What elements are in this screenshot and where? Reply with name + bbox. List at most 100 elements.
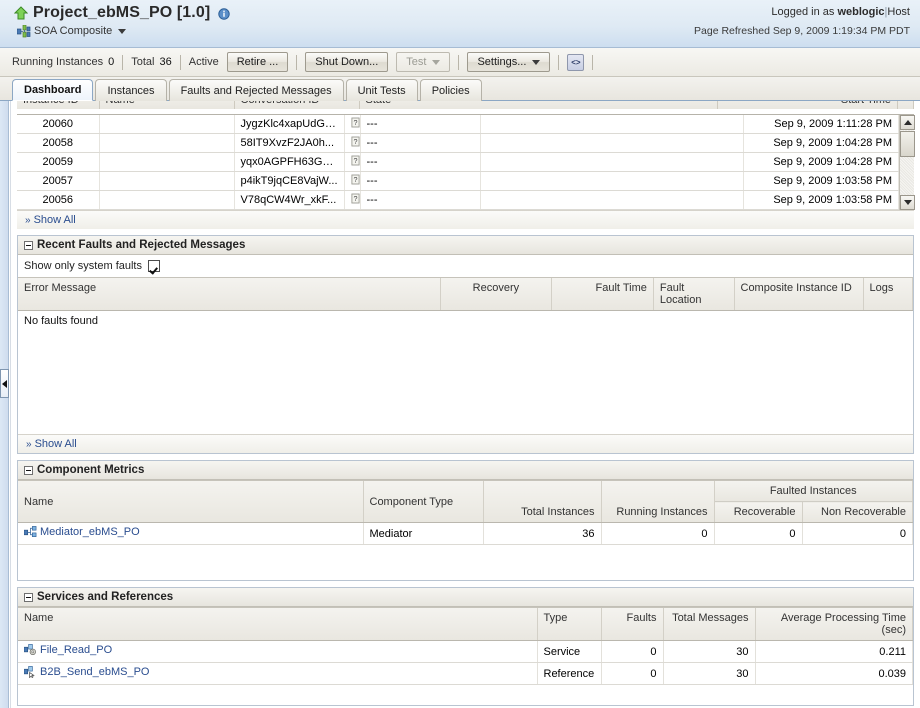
col-name[interactable]: Name [18, 481, 363, 523]
col-recoverable[interactable]: Recoverable [714, 502, 802, 523]
svg-text:?: ? [353, 175, 357, 184]
instance-state: --- [360, 191, 480, 210]
instances-header-clipped: Instance ID Name Conversation ID State S… [17, 101, 914, 115]
host-link[interactable]: Host [887, 6, 910, 18]
composite-type-menu[interactable]: SOA Composite [17, 25, 229, 37]
component-metrics-title: Component Metrics [37, 464, 144, 476]
table-row[interactable]: File_Read_PO Service 0 30 0.211 [18, 641, 913, 663]
col-running-instances[interactable]: Running Instances [601, 481, 714, 523]
col-non-recoverable[interactable]: Non Recoverable [802, 502, 913, 523]
scrollbar-thumb[interactable] [900, 131, 915, 157]
instance-conversation-id: V78qCW4Wr_xkF... [234, 191, 344, 210]
component-name-link[interactable]: Mediator_ebMS_PO [40, 526, 140, 538]
service-name-cell: File_Read_PO [18, 641, 537, 663]
table-row[interactable]: 20060 JygzKlc4xapUdG_... ? --- Sep 9, 20… [17, 115, 899, 134]
col-name[interactable]: Name [18, 608, 537, 641]
reference-avg-time: 0.039 [755, 663, 913, 685]
instance-id: 20060 [17, 115, 99, 134]
instances-show-all-link[interactable]: Show All [34, 214, 76, 226]
component-type-cell: Mediator [363, 523, 483, 545]
system-faults-checkbox[interactable] [148, 260, 160, 272]
table-row[interactable]: 20056 V78qCW4Wr_xkF... ? --- Sep 9, 2009… [17, 191, 899, 210]
instance-name [99, 153, 234, 172]
component-recoverable: 0 [714, 523, 802, 545]
col-faults[interactable]: Faults [601, 608, 663, 641]
col-instance-id[interactable]: Instance ID [17, 101, 99, 109]
toolbar-divider [558, 55, 559, 70]
col-conversation-id[interactable]: Conversation ID [234, 101, 359, 109]
collapse-expander-icon[interactable] [24, 593, 33, 602]
tab-dashboard[interactable]: Dashboard [12, 79, 93, 101]
faults-show-all-link[interactable]: Show All [35, 438, 77, 450]
tab-bar: Dashboard Instances Faults and Rejected … [0, 77, 920, 101]
page-banner: Project_ebMS_PO [1.0] [0, 0, 920, 48]
info-icon[interactable] [218, 8, 229, 19]
test-button[interactable]: Test [396, 52, 450, 72]
collapse-expander-icon[interactable] [24, 466, 33, 475]
collapse-expander-icon[interactable] [24, 241, 33, 250]
related-links-icon[interactable]: <> [567, 54, 584, 71]
total-label: Total [131, 56, 154, 68]
col-recovery[interactable]: Recovery [441, 278, 552, 311]
col-average-processing-time[interactable]: Average Processing Time (sec) [755, 608, 913, 641]
table-row[interactable]: 20059 yqx0AGPFH63GN... ? --- Sep 9, 2009… [17, 153, 899, 172]
col-composite-instance-id[interactable]: Composite Instance ID [734, 278, 863, 311]
services-references-title: Services and References [37, 591, 173, 603]
col-start-time[interactable]: Start Time [718, 101, 898, 109]
col-logs[interactable]: Logs [863, 278, 913, 311]
instance-start-time: Sep 9, 2009 1:03:58 PM [744, 191, 899, 210]
col-total-instances[interactable]: Total Instances [483, 481, 601, 523]
home-up-arrow-icon[interactable] [14, 6, 28, 20]
instance-start-time: Sep 9, 2009 1:11:28 PM [744, 115, 899, 134]
page-title-row: Project_ebMS_PO [1.0] [14, 4, 229, 22]
table-row[interactable]: B2B_Send_ebMS_PO Reference 0 30 0.039 [18, 663, 913, 685]
total-value: 36 [160, 56, 172, 68]
scroll-down-button[interactable] [900, 195, 915, 210]
component-name-cell: Mediator_ebMS_PO [18, 523, 363, 545]
banner-right-group: Logged in as weblogic|Host Page Refreshe… [694, 6, 910, 37]
tab-unit-tests[interactable]: Unit Tests [346, 79, 418, 101]
reference-faults: 0 [601, 663, 663, 685]
recent-instances-grid: Instance ID Name Conversation ID State S… [17, 101, 914, 229]
reference-name-link[interactable]: B2B_Send_ebMS_PO [40, 666, 149, 678]
col-error-message[interactable]: Error Message [18, 278, 441, 311]
tab-instances[interactable]: Instances [95, 79, 166, 101]
recent-faults-panel: Recent Faults and Rejected Messages Show… [17, 235, 914, 454]
table-row[interactable]: 20057 p4ikT9jqCE8VajW... ? --- Sep 9, 20… [17, 172, 899, 191]
tab-faults-and-rejected-messages[interactable]: Faults and Rejected Messages [169, 79, 344, 101]
table-row[interactable]: 20058 58IT9XvzF2JA0h... ? --- Sep 9, 200… [17, 134, 899, 153]
component-metrics-panel: Component Metrics Name Component Type To… [17, 460, 914, 581]
banner-left-group: Project_ebMS_PO [1.0] [14, 4, 229, 37]
logged-in-prefix: Logged in as [771, 6, 834, 18]
left-rail [0, 101, 9, 708]
instance-name [99, 191, 234, 210]
svg-text:?: ? [353, 156, 357, 165]
table-row[interactable]: Mediator_ebMS_PO Mediator 36 0 0 0 [18, 523, 913, 545]
settings-button[interactable]: Settings... [467, 52, 550, 72]
toolbar-divider [180, 55, 181, 70]
scroll-up-button[interactable] [900, 115, 915, 130]
col-name[interactable]: Name [99, 101, 234, 109]
running-instances-value: 0 [108, 56, 114, 68]
col-component-type[interactable]: Component Type [363, 481, 483, 523]
instance-conversation-id: JygzKlc4xapUdG_... [234, 115, 344, 134]
faults-filter-row: Show only system faults [18, 255, 913, 277]
col-state[interactable]: State [359, 101, 718, 109]
shut-down-button[interactable]: Shut Down... [305, 52, 388, 72]
service-name-link[interactable]: File_Read_PO [40, 644, 112, 656]
svg-text:?: ? [353, 137, 357, 146]
svg-text:?: ? [353, 118, 357, 127]
sidebar-collapse-handle[interactable] [0, 369, 9, 398]
col-fault-location[interactable]: Fault Location [653, 278, 734, 311]
tab-policies[interactable]: Policies [420, 79, 482, 101]
component-non-recoverable: 0 [802, 523, 913, 545]
test-button-label: Test [406, 56, 426, 68]
instances-vertical-scrollbar[interactable] [899, 115, 914, 210]
recent-faults-title: Recent Faults and Rejected Messages [37, 239, 245, 251]
col-fault-time[interactable]: Fault Time [551, 278, 653, 311]
settings-button-label: Settings... [477, 56, 526, 68]
chevron-down-icon[interactable] [118, 29, 126, 34]
col-type[interactable]: Type [537, 608, 601, 641]
retire-button[interactable]: Retire ... [227, 52, 289, 72]
col-total-messages[interactable]: Total Messages [663, 608, 755, 641]
